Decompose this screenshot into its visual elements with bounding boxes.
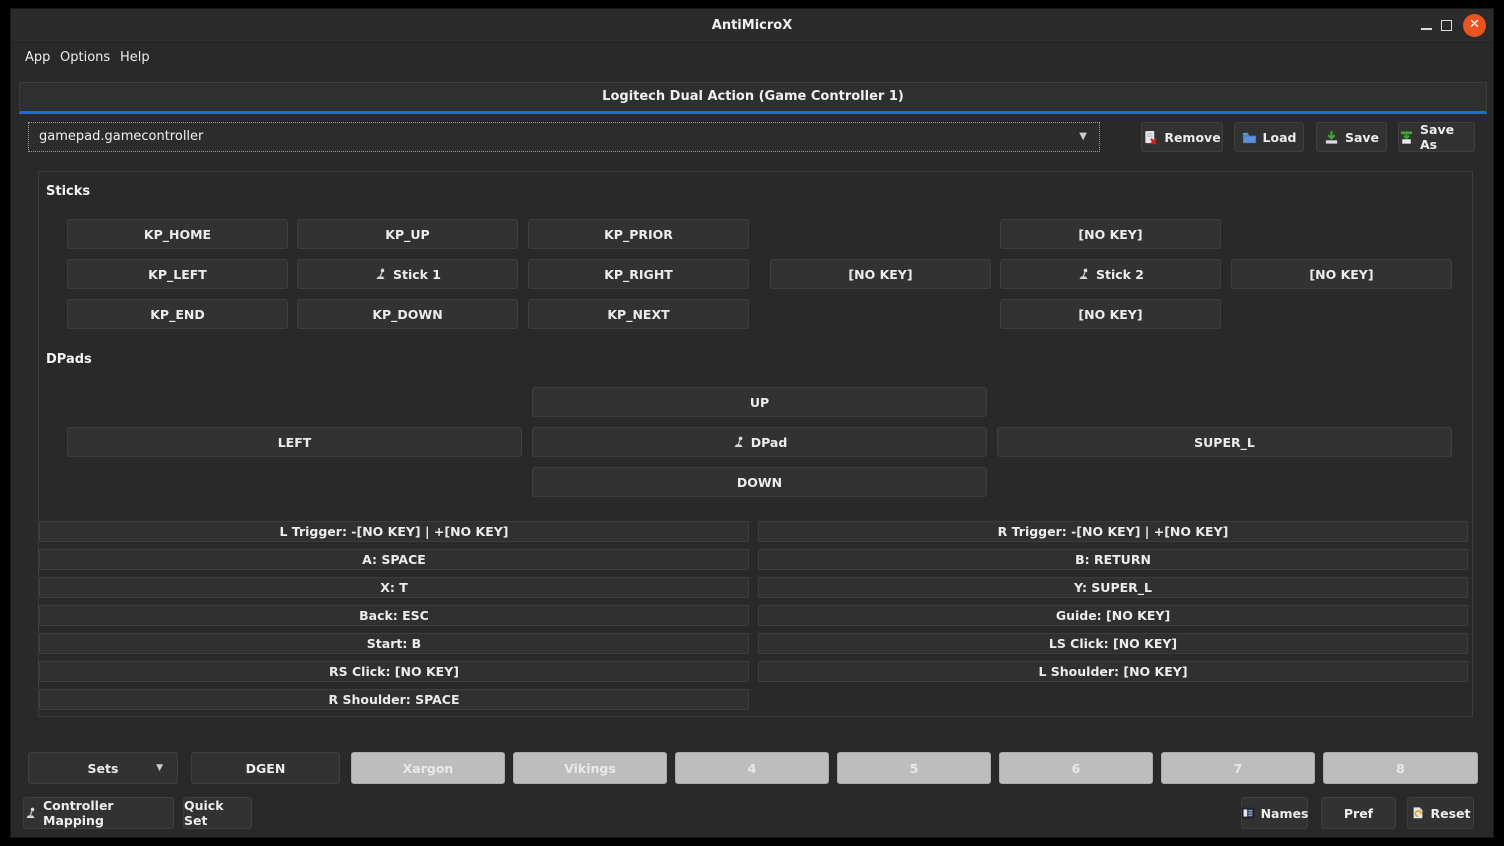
controller-mapping-button[interactable]: Controller Mapping xyxy=(23,797,174,829)
joystick-icon xyxy=(1077,268,1090,281)
menubar: App Options Help xyxy=(11,44,1493,71)
pref-button[interactable]: Pref xyxy=(1321,797,1396,829)
reset-button[interactable]: Reset xyxy=(1407,797,1474,829)
window-title: AntiMicroX xyxy=(11,9,1493,43)
set-tab-1[interactable]: DGEN xyxy=(191,752,340,784)
close-button[interactable]: ✕ xyxy=(1463,14,1486,37)
load-button-label: Load xyxy=(1263,130,1297,145)
dpad-down-button[interactable]: DOWN xyxy=(532,467,987,497)
set-tab-5[interactable]: 5 xyxy=(837,752,991,784)
menu-help[interactable]: Help xyxy=(114,44,156,71)
stick2-right-button[interactable]: [NO KEY] xyxy=(1231,259,1452,289)
sticks-section-label: Sticks xyxy=(46,184,90,199)
stick1-right-button[interactable]: KP_RIGHT xyxy=(528,259,749,289)
maximize-button[interactable] xyxy=(1437,16,1457,36)
stick1-up-left-button[interactable]: KP_HOME xyxy=(67,219,288,249)
remove-profile-icon xyxy=(1143,130,1158,145)
maximize-icon xyxy=(1441,20,1452,31)
l-shoulder-button[interactable]: L Shoulder: [NO KEY] xyxy=(758,661,1468,682)
joystick-icon xyxy=(732,436,745,449)
l-trigger-button[interactable]: L Trigger: -[NO KEY] | +[NO KEY] xyxy=(39,521,749,542)
quick-set-button[interactable]: Quick Set xyxy=(183,797,252,829)
reset-icon xyxy=(1411,806,1425,820)
save-as-button-label: Save As xyxy=(1420,122,1474,152)
stick2-up-button[interactable]: [NO KEY] xyxy=(1000,219,1221,249)
set-tab-7[interactable]: 7 xyxy=(1161,752,1315,784)
set-tab-3[interactable]: Vikings xyxy=(513,752,667,784)
stick2-left-button[interactable]: [NO KEY] xyxy=(770,259,991,289)
save-as-button[interactable]: Save As xyxy=(1398,122,1475,152)
load-folder-icon xyxy=(1242,130,1257,145)
set-tab-4[interactable]: 4 xyxy=(675,752,829,784)
close-icon: ✕ xyxy=(1469,17,1480,32)
stick1-center-button[interactable]: Stick 1 xyxy=(297,259,518,289)
reset-button-label: Reset xyxy=(1431,806,1471,821)
controller-mapping-label: Controller Mapping xyxy=(43,798,173,828)
back-button[interactable]: Back: ESC xyxy=(39,605,749,626)
stick2-label: Stick 2 xyxy=(1096,267,1144,282)
guide-button[interactable]: Guide: [NO KEY] xyxy=(758,605,1468,626)
dpads-section-label: DPads xyxy=(46,352,92,367)
names-icon xyxy=(1241,806,1255,820)
controller-tab[interactable]: Logitech Dual Action (Game Controller 1) xyxy=(19,82,1487,114)
stick1-down-button[interactable]: KP_DOWN xyxy=(297,299,518,329)
menu-app[interactable]: App xyxy=(19,44,56,71)
x-button[interactable]: X: T xyxy=(39,577,749,598)
ls-click-button[interactable]: LS Click: [NO KEY] xyxy=(758,633,1468,654)
b-button[interactable]: B: RETURN xyxy=(758,549,1468,570)
profile-combobox[interactable]: gamepad.gamecontroller ▼ xyxy=(28,122,1100,152)
dpad-up-button[interactable]: UP xyxy=(532,387,987,417)
joystick-icon xyxy=(24,807,37,820)
stick1-down-left-button[interactable]: KP_END xyxy=(67,299,288,329)
load-button[interactable]: Load xyxy=(1234,122,1304,152)
save-as-icon xyxy=(1399,130,1414,145)
rs-click-button[interactable]: RS Click: [NO KEY] xyxy=(39,661,749,682)
titlebar: AntiMicroX ✕ xyxy=(11,9,1493,43)
menu-options[interactable]: Options xyxy=(54,44,116,71)
sets-dropdown-button[interactable]: Sets ▼ xyxy=(28,752,178,784)
set-tab-8[interactable]: 8 xyxy=(1323,752,1478,784)
app-window: AntiMicroX ✕ App Options Help Logitech D… xyxy=(10,8,1494,838)
stick1-left-button[interactable]: KP_LEFT xyxy=(67,259,288,289)
a-button[interactable]: A: SPACE xyxy=(39,549,749,570)
r-trigger-button[interactable]: R Trigger: -[NO KEY] | +[NO KEY] xyxy=(758,521,1468,542)
names-button[interactable]: Names xyxy=(1241,797,1308,829)
dpad-right-button[interactable]: SUPER_L xyxy=(997,427,1452,457)
save-button-label: Save xyxy=(1345,130,1379,145)
names-button-label: Names xyxy=(1261,806,1309,821)
stick2-center-button[interactable]: Stick 2 xyxy=(1000,259,1221,289)
y-button[interactable]: Y: SUPER_L xyxy=(758,577,1468,598)
save-button[interactable]: Save xyxy=(1316,122,1387,152)
save-icon xyxy=(1324,130,1339,145)
dpad-left-button[interactable]: LEFT xyxy=(67,427,522,457)
joystick-icon xyxy=(374,268,387,281)
remove-button[interactable]: Remove xyxy=(1141,122,1223,152)
minimize-button[interactable] xyxy=(1417,16,1437,36)
chevron-down-icon: ▼ xyxy=(156,763,163,773)
set-tab-6[interactable]: 6 xyxy=(999,752,1153,784)
set-tab-2[interactable]: Xargon xyxy=(351,752,505,784)
chevron-down-icon: ▼ xyxy=(1079,123,1087,151)
stick1-down-right-button[interactable]: KP_NEXT xyxy=(528,299,749,329)
stick1-label: Stick 1 xyxy=(393,267,441,282)
dpad-center-button[interactable]: DPad xyxy=(532,427,987,457)
start-button[interactable]: Start: B xyxy=(39,633,749,654)
sets-dropdown-label: Sets xyxy=(88,761,119,776)
remove-button-label: Remove xyxy=(1164,130,1220,145)
stick1-up-right-button[interactable]: KP_PRIOR xyxy=(528,219,749,249)
r-shoulder-button[interactable]: R Shoulder: SPACE xyxy=(39,689,749,710)
minimize-icon xyxy=(1421,28,1432,30)
stick2-down-button[interactable]: [NO KEY] xyxy=(1000,299,1221,329)
stick1-up-button[interactable]: KP_UP xyxy=(297,219,518,249)
profile-combobox-value: gamepad.gamecontroller xyxy=(39,129,203,144)
dpad-label: DPad xyxy=(751,435,788,450)
